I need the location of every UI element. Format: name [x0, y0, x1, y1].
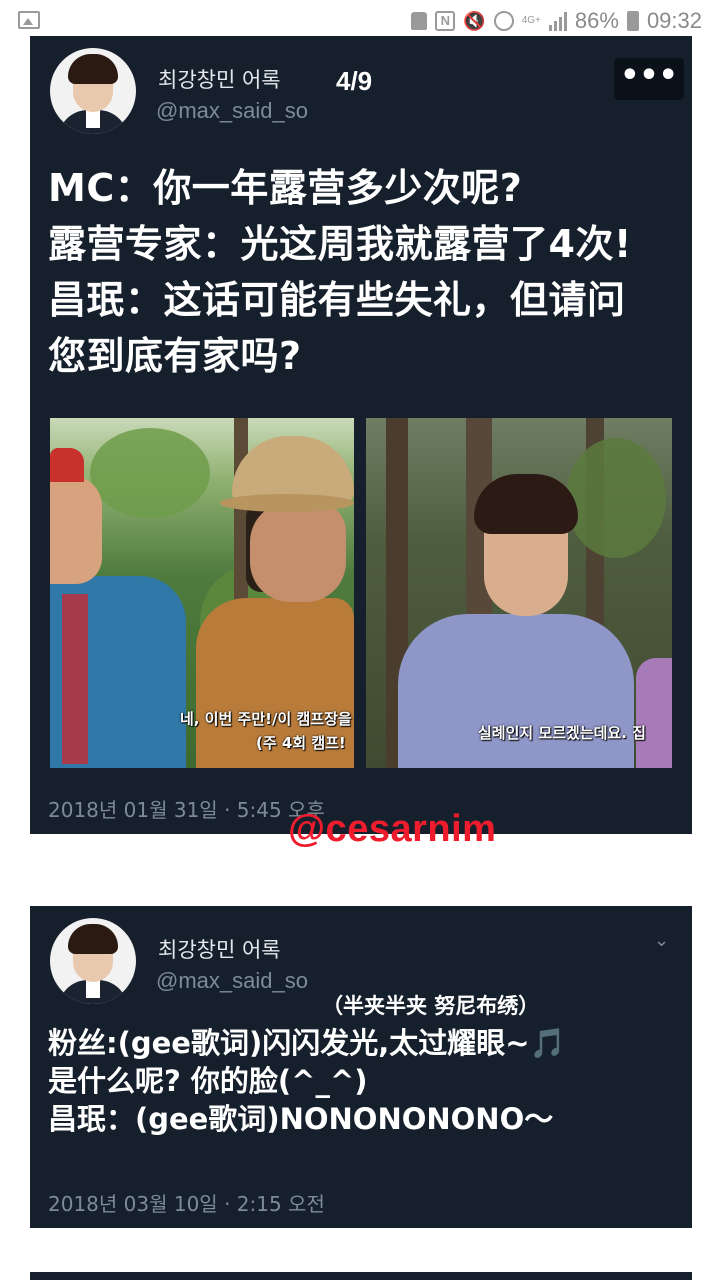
page-indicator: 4/9: [336, 66, 373, 96]
author-name[interactable]: 최강창민 어록: [158, 64, 281, 94]
avatar-hair: [68, 54, 118, 84]
person-vest: [398, 614, 634, 768]
image-icon: [18, 11, 40, 29]
tweet-line: 是什么呢? 你的脸(^_^): [48, 1064, 368, 1098]
tweet-photo-left[interactable]: 네, 이번 주만!/이 캠프장을 포함 (주 4회 캠프!: [50, 418, 354, 768]
mute-icon: 🔇: [463, 11, 486, 31]
person-scarf: [62, 594, 88, 764]
signal-icon: [548, 11, 567, 31]
tweet-card[interactable]: 최강창민 어록 @max_said_so 4/9 ••• MC：你一年露营多少次…: [30, 36, 692, 834]
subtitle: (주 4회 캠프!: [256, 734, 346, 752]
tweet-text: 粉丝:(gee歌词)闪闪发光,太过耀眼~🎵 是什么呢? 你的脸(^_^) 昌珉：…: [48, 1024, 688, 1138]
person-face: [50, 476, 102, 584]
tweet-line: 露营专家：光这周我就露营了4次!: [48, 222, 632, 266]
tweet-line: MC：你一年露营多少次呢?: [48, 166, 523, 210]
red-hat: [50, 448, 84, 482]
tweet-line: 粉丝:(gee歌词)闪闪发光,太过耀眼~🎵: [48, 1026, 566, 1060]
more-options-button[interactable]: •••: [614, 58, 684, 100]
person-hair: [474, 474, 578, 534]
foliage: [566, 438, 666, 558]
avatar-collar: [86, 980, 100, 998]
subtitle: 네, 이번 주만!/이 캠프장을 포함: [180, 710, 354, 728]
tweet-card[interactable]: [30, 1272, 692, 1280]
tweet-line: 您到底有家吗?: [48, 334, 302, 378]
watermark: @cesarnim: [288, 808, 497, 850]
alarm-icon: [493, 11, 514, 31]
foliage: [90, 428, 210, 518]
nfc-icon: N: [435, 11, 456, 31]
avatar[interactable]: [50, 48, 136, 134]
avatar-hair: [68, 924, 118, 954]
person-vest: [636, 658, 672, 768]
timestamp[interactable]: 2018년 01월 31일 · 5:45 오후: [48, 794, 325, 823]
translator-note: （半夹半夹 努尼布绣）: [322, 994, 540, 1018]
author-handle[interactable]: @max_said_so: [156, 968, 308, 994]
tweet-line: 昌珉：(gee歌词)NONONONONO～: [48, 1102, 554, 1136]
subtitle: 실례인지 모르겠는데요. 집: [478, 724, 646, 742]
chevron-down-icon[interactable]: ⌄: [654, 930, 669, 951]
hat-brim: [220, 494, 354, 512]
avatar[interactable]: [50, 918, 136, 1004]
network-type: 4G+: [521, 15, 541, 26]
clock: 09:32: [646, 8, 702, 33]
tweet-photo-right[interactable]: 실례인지 모르겠는데요. 집: [366, 418, 672, 768]
timestamp[interactable]: 2018년 03월 10일 · 2:15 오전: [48, 1188, 325, 1217]
person-hat: [232, 436, 354, 502]
author-name[interactable]: 최강창민 어록: [158, 934, 281, 964]
status-icons: N 🔇 4G+ 86% 09:32: [411, 8, 702, 34]
tweet-text: MC：你一年露营多少次呢? 露营专家：光这周我就露营了4次! 昌珉：这话可能有些…: [48, 160, 688, 384]
tweet-card[interactable]: 최강창민 어록 @max_said_so ⌄ 粉丝:(gee歌词)闪闪发光,太过…: [30, 906, 692, 1228]
tweet-line: 昌珉：这话可能有些失礼，但请问: [48, 278, 626, 322]
lock-icon: [411, 12, 428, 30]
battery-icon: [626, 11, 639, 31]
battery-percent: 86%: [574, 8, 619, 33]
avatar-collar: [86, 110, 100, 128]
author-handle[interactable]: @max_said_so: [156, 98, 308, 124]
person-face: [250, 502, 346, 602]
